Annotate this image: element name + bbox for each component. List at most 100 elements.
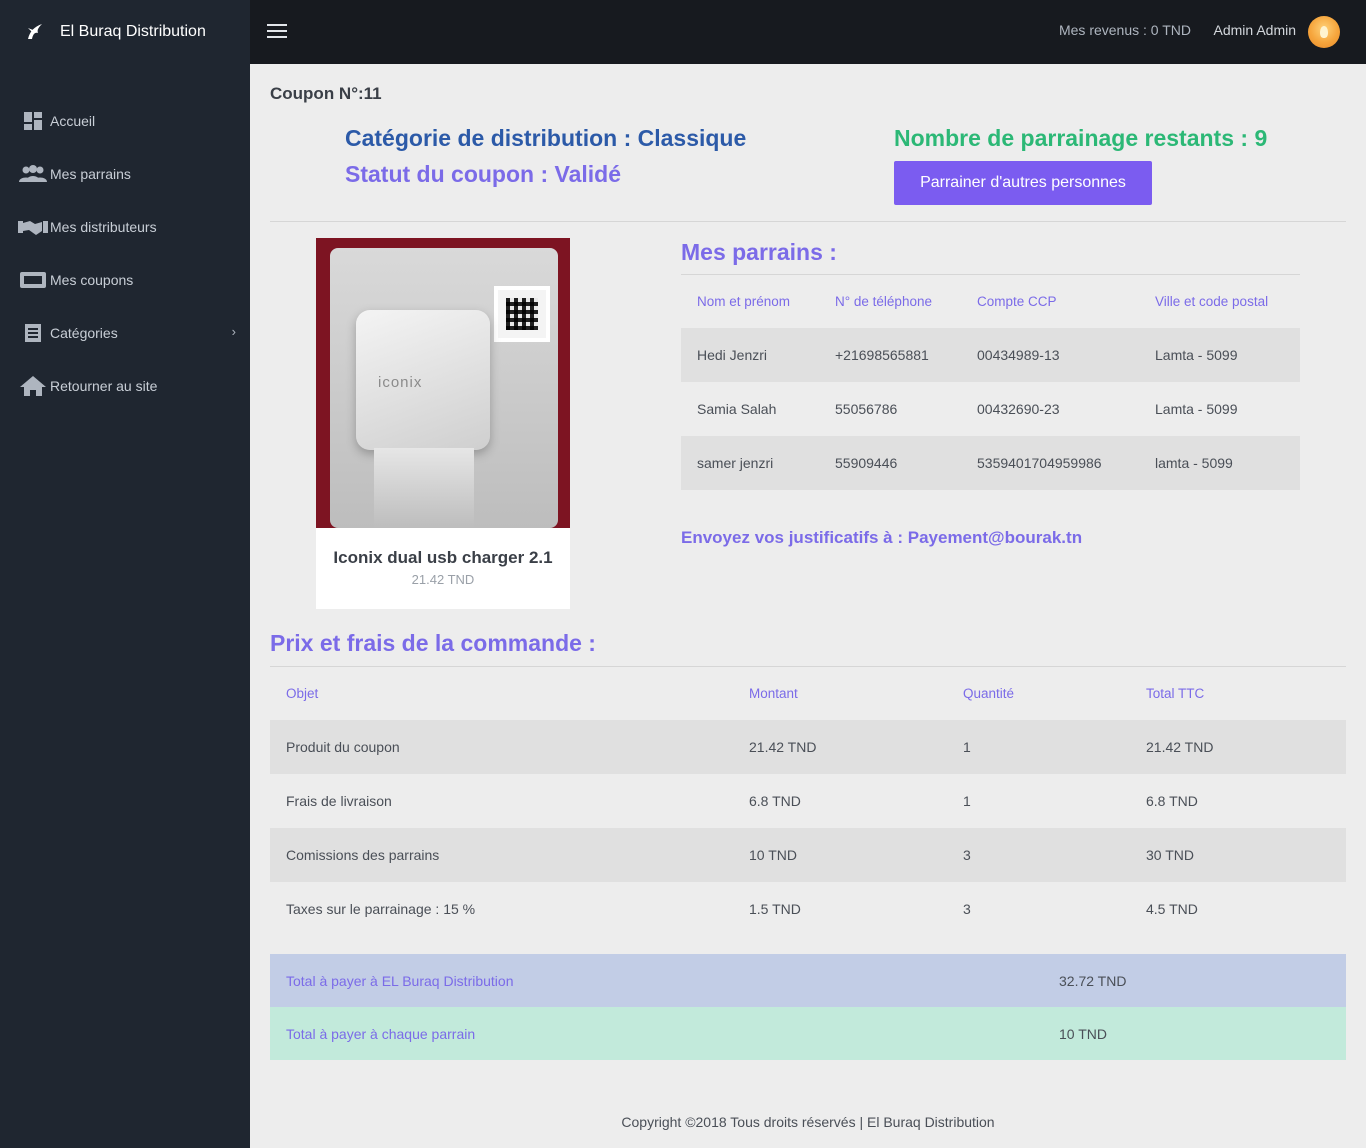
sponsor-ccp: 5359401704959986 <box>977 455 1102 471</box>
sidebar-item-mes-parrains[interactable]: Mes parrains <box>0 147 250 200</box>
users-icon <box>18 163 48 185</box>
item-total: 6.8 TND <box>1146 793 1198 809</box>
product-price: 21.42 TND <box>411 572 475 587</box>
item-quantity: 1 <box>963 793 971 809</box>
table-row: samer jenzri 55909446 5359401704959986 l… <box>681 436 1300 490</box>
sidebar: El Buraq Distribution Accueil Mes parrai… <box>0 0 250 1148</box>
ticket-icon <box>18 269 48 291</box>
table-row: Hedi Jenzri +21698565881 00434989-13 Lam… <box>681 328 1300 382</box>
sidebar-item-label: Mes coupons <box>50 271 134 288</box>
total-value: 10 TND <box>1059 1025 1107 1042</box>
total-value: 32.72 TND <box>1059 972 1127 989</box>
totals-table: Total à payer à EL Buraq Distribution 32… <box>270 954 1346 1060</box>
item-quantity: 3 <box>963 901 971 917</box>
avatar[interactable] <box>1308 16 1340 48</box>
sidebar-item-label: Mes distributeurs <box>50 218 157 235</box>
sponsor-phone: 55909446 <box>835 455 898 471</box>
dashboard-icon <box>18 110 48 132</box>
column-header: Total TTC <box>1146 686 1205 701</box>
product-image-brand: iconix <box>378 374 423 391</box>
brand[interactable]: El Buraq Distribution <box>0 0 250 64</box>
qr-code-icon <box>494 286 550 342</box>
sidebar-item-retourner-au-site[interactable]: Retourner au site <box>0 359 250 412</box>
coupon-number: Coupon N°:11 <box>270 84 382 103</box>
item-label: Comissions des parrains <box>286 847 440 863</box>
sponsors-table: Nom et prénom N° de téléphone Compte CCP… <box>681 275 1300 490</box>
order-table: Objet Montant Quantité Total TTC Produit… <box>270 667 1346 936</box>
column-header: Quantité <box>963 686 1015 701</box>
coupon-status: Statut du coupon : Validé <box>345 161 621 187</box>
chevron-right-icon: › <box>231 324 236 339</box>
distribution-category: Catégorie de distribution : Classique <box>345 125 747 151</box>
sponsor-phone: +21698565881 <box>835 347 929 363</box>
divider <box>270 221 1346 222</box>
table-row: Taxes sur le parrainage : 15 % 1.5 TND 3… <box>270 882 1346 936</box>
total-label: Total à payer à chaque parrain <box>286 1025 476 1042</box>
brand-name: El Buraq Distribution <box>60 23 206 40</box>
item-total: 4.5 TND <box>1146 901 1198 917</box>
home-icon <box>18 375 48 397</box>
table-header: Objet Montant Quantité Total TTC <box>270 667 1346 720</box>
item-label: Produit du coupon <box>286 739 400 755</box>
list-icon <box>18 322 48 344</box>
table-row: Samia Salah 55056786 00432690-23 Lamta -… <box>681 382 1300 436</box>
sidebar-item-label: Catégories <box>50 324 118 341</box>
table-row: Produit du coupon 21.42 TND 1 21.42 TND <box>270 720 1346 774</box>
column-header: Montant <box>749 686 798 701</box>
item-amount: 10 TND <box>749 847 797 863</box>
user-name[interactable]: Admin Admin <box>1214 22 1296 38</box>
sponsor-phone: 55056786 <box>835 401 898 417</box>
item-amount: 1.5 TND <box>749 901 801 917</box>
item-label: Taxes sur le parrainage : 15 % <box>286 901 476 917</box>
column-header: N° de téléphone <box>835 294 932 309</box>
total-row-parrain: Total à payer à chaque parrain 10 TND <box>270 1007 1346 1060</box>
revenue-display: Mes revenus : 0 TND <box>1058 22 1191 38</box>
sponsors-title: Mes parrains : <box>681 239 837 265</box>
item-amount: 21.42 TND <box>749 739 817 755</box>
product-card[interactable]: iconix Iconix dual usb charger 2.1 21.42… <box>316 238 570 609</box>
item-label: Frais de livraison <box>286 793 392 809</box>
sponsor-city: Lamta - 5099 <box>1155 401 1238 417</box>
table-header: Nom et prénom N° de téléphone Compte CCP… <box>681 275 1300 328</box>
sidebar-item-label: Retourner au site <box>50 377 158 394</box>
product-image: iconix <box>316 238 570 528</box>
product-name: Iconix dual usb charger 2.1 <box>333 548 553 567</box>
sidebar-item-label: Mes parrains <box>50 165 131 182</box>
total-row-distribution: Total à payer à EL Buraq Distribution 32… <box>270 954 1346 1007</box>
remaining-sponsorships: Nombre de parrainage restants : 9 <box>894 125 1268 151</box>
buraq-logo-icon <box>24 21 46 43</box>
sidebar-item-mes-coupons[interactable]: Mes coupons <box>0 253 250 306</box>
sponsor-name: Hedi Jenzri <box>697 347 768 363</box>
item-total: 30 TND <box>1146 847 1194 863</box>
menu-toggle-icon[interactable] <box>267 24 287 40</box>
lightbulb-icon <box>1320 26 1328 38</box>
order-title: Prix et frais de la commande : <box>270 630 596 656</box>
column-header: Nom et prénom <box>697 294 791 309</box>
sponsor-ccp: 00432690-23 <box>977 401 1060 417</box>
column-header: Ville et code postal <box>1155 294 1269 309</box>
item-amount: 6.8 TND <box>749 793 801 809</box>
sponsor-others-button[interactable]: Parrainer d'autres personnes <box>894 161 1152 205</box>
column-header: Compte CCP <box>977 294 1057 309</box>
item-quantity: 1 <box>963 739 971 755</box>
sponsor-ccp: 00434989-13 <box>977 347 1060 363</box>
topbar: Mes revenus : 0 TND Admin Admin <box>250 0 1366 64</box>
item-total: 21.42 TND <box>1146 739 1214 755</box>
handshake-icon <box>18 216 48 238</box>
sponsor-name: Samia Salah <box>697 401 777 417</box>
justificatifs-email: Envoyez vos justificatifs à : Payement@b… <box>681 528 1083 547</box>
sidebar-nav: Accueil Mes parrains Mes distributeurs M… <box>0 94 250 412</box>
main-content: Coupon N°:11 Catégorie de distribution :… <box>250 64 1366 1148</box>
sponsor-name: samer jenzri <box>697 455 774 471</box>
sidebar-item-mes-distributeurs[interactable]: Mes distributeurs <box>0 200 250 253</box>
table-row: Comissions des parrains 10 TND 3 30 TND <box>270 828 1346 882</box>
table-row: Frais de livraison 6.8 TND 1 6.8 TND <box>270 774 1346 828</box>
sidebar-item-categories[interactable]: Catégories › <box>0 306 250 359</box>
sidebar-item-accueil[interactable]: Accueil <box>0 94 250 147</box>
sidebar-item-label: Accueil <box>50 112 96 129</box>
item-quantity: 3 <box>963 847 971 863</box>
total-label: Total à payer à EL Buraq Distribution <box>286 972 514 989</box>
footer: Copyright ©2018 Tous droits réservés | E… <box>621 1114 995 1130</box>
column-header: Objet <box>286 686 319 701</box>
sponsor-city: lamta - 5099 <box>1155 455 1233 471</box>
